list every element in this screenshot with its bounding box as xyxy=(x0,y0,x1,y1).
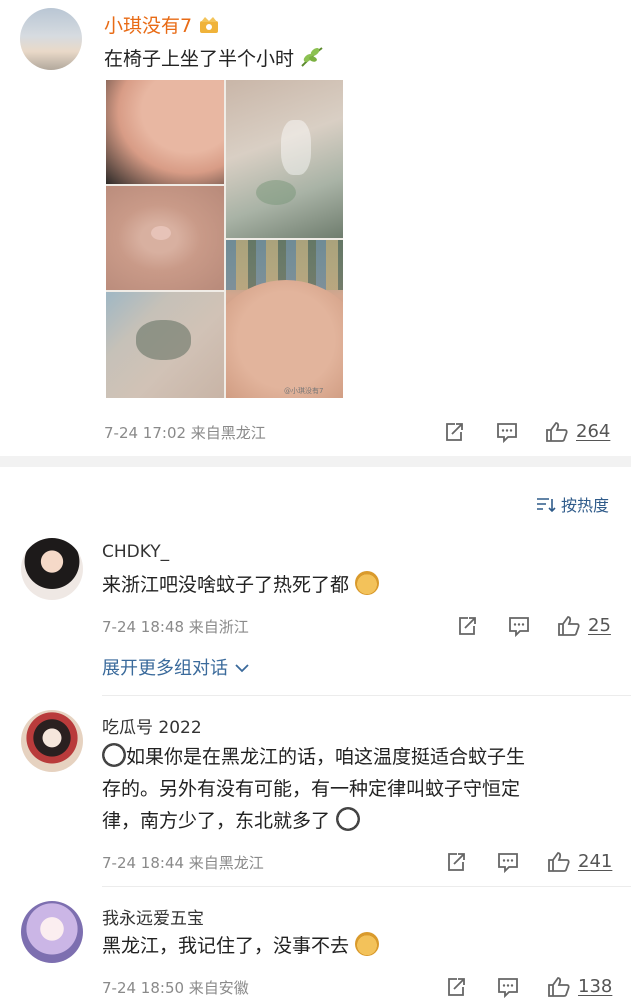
verified-badge-icon xyxy=(200,17,219,33)
like-icon[interactable] xyxy=(547,850,571,874)
post-photo[interactable] xyxy=(226,80,343,238)
share-icon[interactable] xyxy=(442,420,466,444)
like-icon[interactable] xyxy=(547,975,571,999)
comment-like-count[interactable]: 138 xyxy=(578,976,612,997)
comment-like-count[interactable]: 241 xyxy=(578,851,612,872)
post-text: 在椅子上坐了半个小时 xyxy=(104,44,324,71)
post-timestamp: 7-24 17:02 来自黑龙江 xyxy=(104,424,266,442)
like-icon[interactable] xyxy=(557,614,581,638)
comment-text: 来浙江吧没啥蚊子了热死了都 xyxy=(102,569,380,601)
comment-avatar[interactable] xyxy=(21,710,83,772)
comment-username[interactable]: 吃瓜号 2022 xyxy=(102,713,202,738)
post-photo-collage[interactable]: @小琪没有7 xyxy=(106,80,343,398)
comment-text-line: 律，南方少了，东北就多了 xyxy=(102,805,361,837)
comment-timestamp: 7-24 18:44 来自黑龙江 xyxy=(102,854,264,872)
like-icon[interactable] xyxy=(545,420,569,444)
doge-emoji-icon xyxy=(355,932,380,956)
comment-separator xyxy=(102,695,631,696)
chevron-down-icon xyxy=(235,664,249,673)
share-icon[interactable] xyxy=(444,850,468,874)
comment-like-count[interactable]: 25 xyxy=(588,615,611,636)
post-photo[interactable] xyxy=(226,240,343,398)
comment-text: 如果你是在黑龙江的话，咱这温度挺适合蚊子生 xyxy=(102,741,525,773)
comment-timestamp: 7-24 18:48 来自浙江 xyxy=(102,618,249,636)
comment-text: 黑龙江，我记住了，没事不去 xyxy=(102,930,380,962)
doge-emoji-icon xyxy=(355,571,380,595)
post-username[interactable]: 小琪没有7 xyxy=(104,11,220,38)
share-icon[interactable] xyxy=(444,975,468,999)
comment-icon[interactable] xyxy=(507,614,531,638)
panda-emoji-icon xyxy=(336,807,361,831)
post-photo[interactable] xyxy=(106,186,224,290)
share-icon[interactable] xyxy=(455,614,479,638)
comment-timestamp: 7-24 18:50 来自安徽 xyxy=(102,979,249,997)
comment-icon[interactable] xyxy=(496,850,520,874)
comment-text-line: 存的。另外有没有可能，有一种定律叫蚊子守恒定 xyxy=(102,778,521,800)
comment-icon[interactable] xyxy=(496,975,520,999)
sort-icon xyxy=(536,498,556,513)
comment-username[interactable]: CHDKY_ xyxy=(102,542,169,562)
post-photo[interactable] xyxy=(106,292,224,398)
comment-icon[interactable] xyxy=(495,420,519,444)
comment-avatar[interactable] xyxy=(21,538,83,600)
panda-emoji-icon xyxy=(102,743,126,767)
photo-watermark: @小琪没有7 xyxy=(284,387,324,395)
leaf-emoji-icon xyxy=(301,47,323,67)
section-divider xyxy=(0,456,631,467)
post-photo[interactable] xyxy=(106,80,224,184)
comment-avatar[interactable] xyxy=(21,901,83,963)
comment-username[interactable]: 我永远爱五宝 xyxy=(102,904,204,929)
expand-thread-link[interactable]: 展开更多组对话 xyxy=(102,654,250,680)
post-avatar[interactable] xyxy=(20,8,82,70)
post-like-count[interactable]: 264 xyxy=(576,421,610,442)
comment-separator xyxy=(102,886,631,887)
sort-by-hot-button[interactable]: 按热度 xyxy=(536,492,609,516)
